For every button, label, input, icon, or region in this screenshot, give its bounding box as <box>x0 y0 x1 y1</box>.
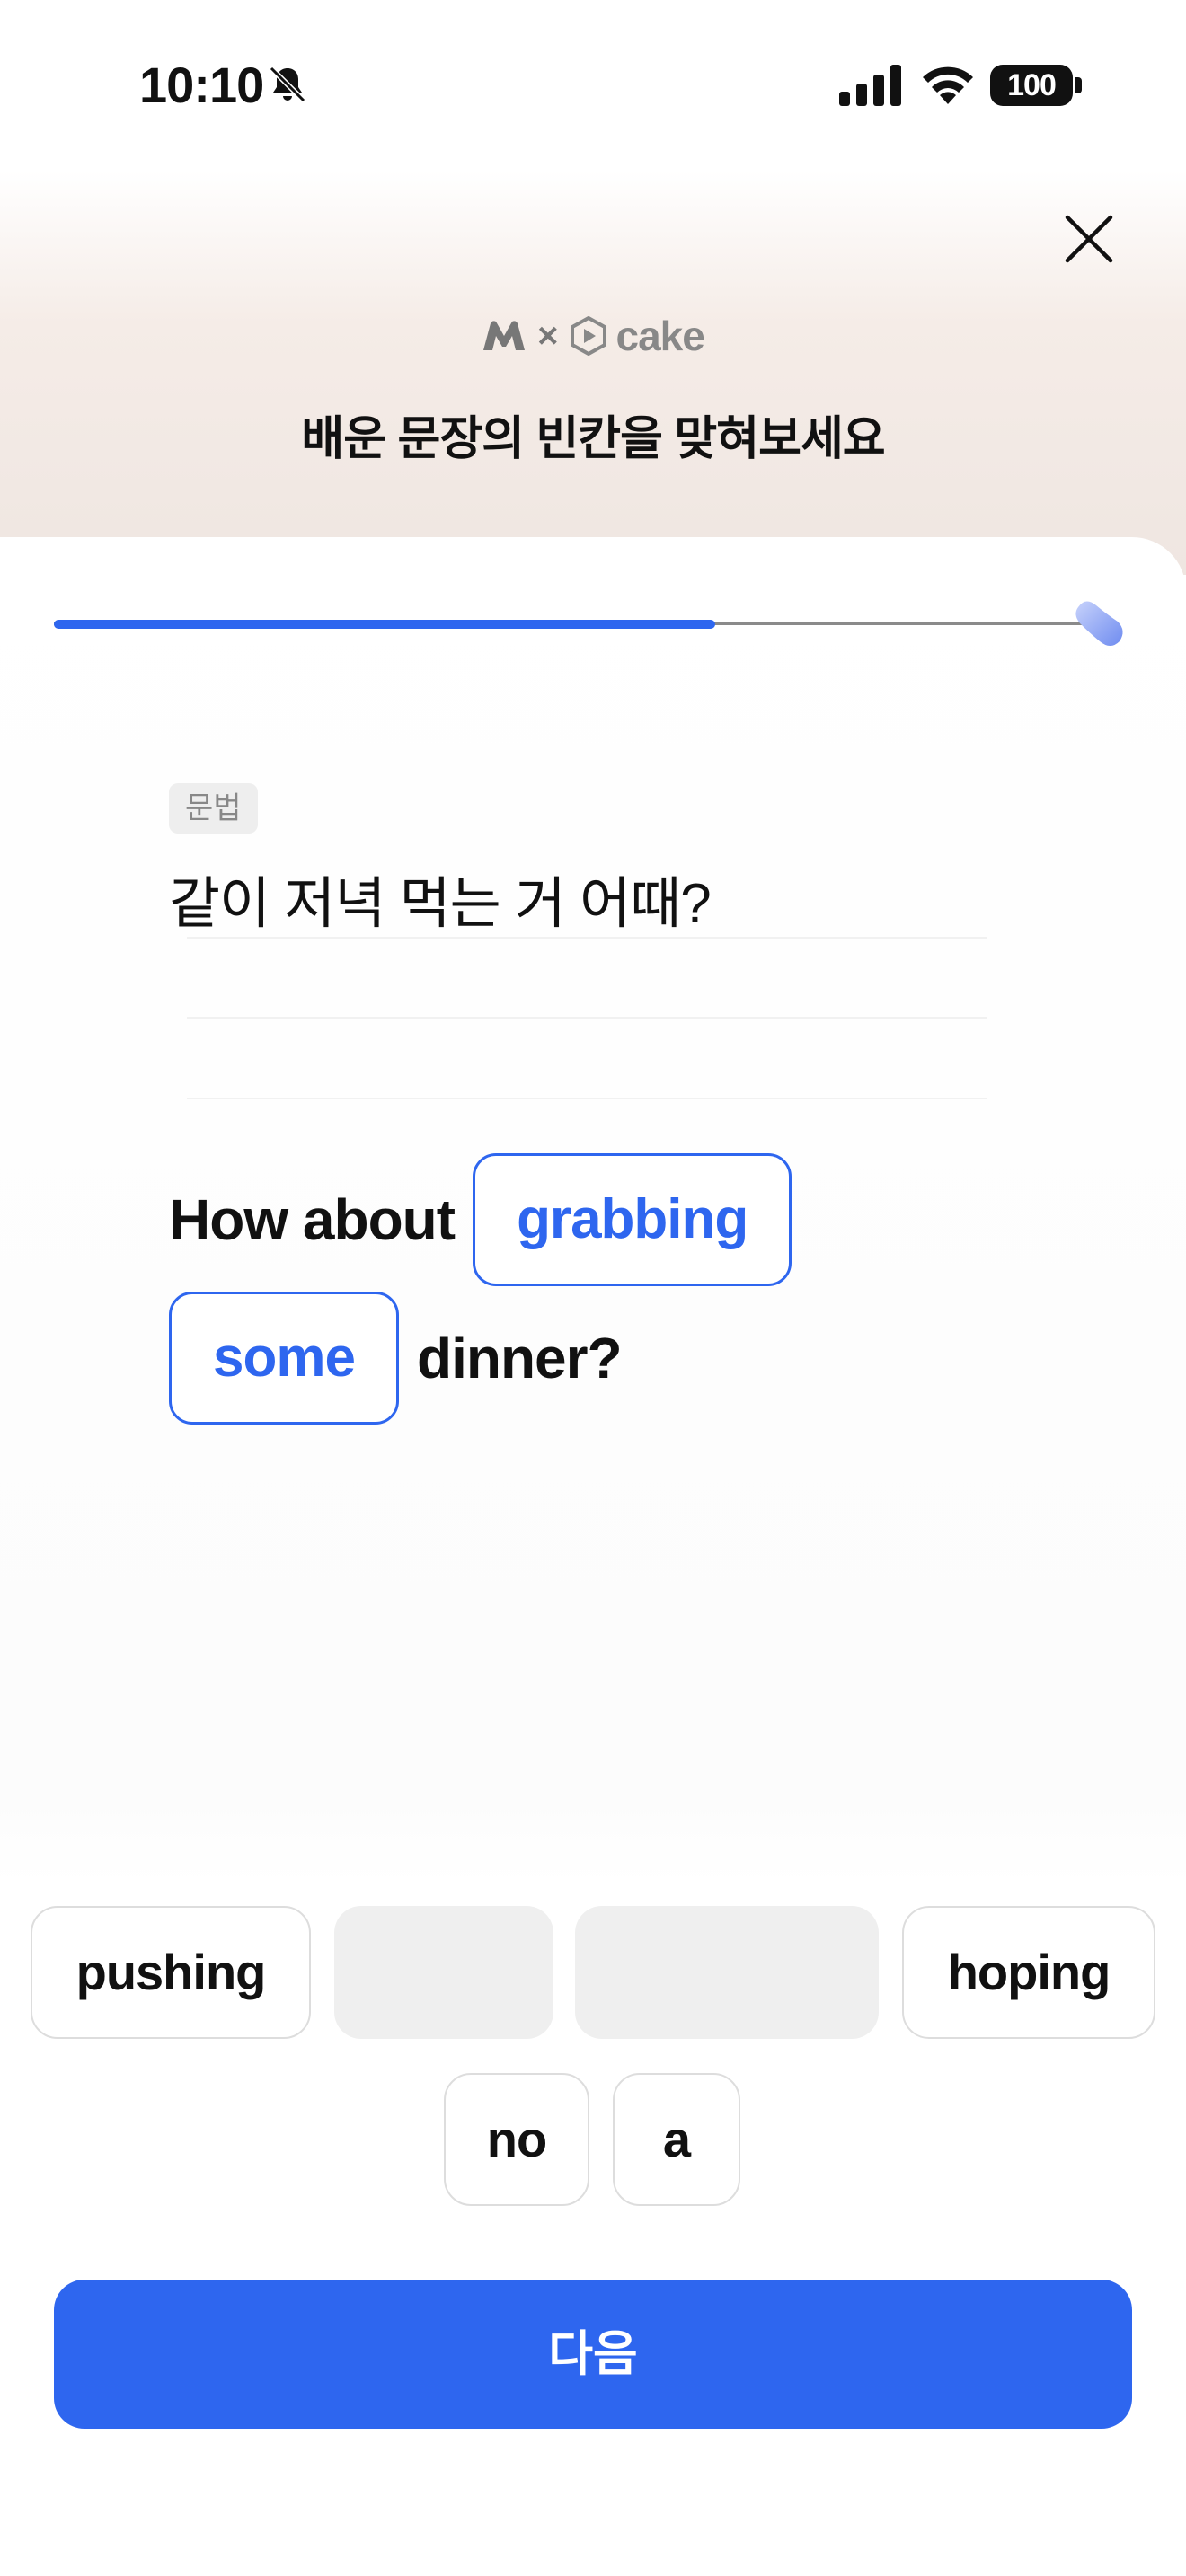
word-chip-no[interactable]: no <box>444 2073 589 2206</box>
battery-icon: 100 <box>990 65 1073 106</box>
status-bar: 10:10 100 <box>0 0 1186 171</box>
english-sentence: How about grabbing some dinner? <box>169 1153 1031 1425</box>
progress-fill <box>54 620 715 629</box>
brand-m-logo-icon <box>483 321 526 350</box>
word-chip-used-placeholder <box>575 1906 879 2039</box>
content-card <box>0 537 1186 2576</box>
next-button[interactable]: 다음 <box>54 2280 1132 2429</box>
quiz-screen: 10:10 100 × cake 배운 문장의 빈칸을 맞혀보세요 문법 같이 … <box>0 0 1186 2576</box>
word-chip-hoping[interactable]: hoping <box>902 1906 1155 2039</box>
sentence-word: dinner? <box>416 1326 623 1390</box>
answer-line <box>187 1017 987 1019</box>
answer-line <box>187 1098 987 1099</box>
logo-separator: × <box>537 315 559 356</box>
cake-play-icon <box>570 316 606 356</box>
answer-slot-grabbing[interactable]: grabbing <box>473 1153 792 1286</box>
answer-line <box>187 937 987 939</box>
cellular-signal-icon <box>839 65 901 106</box>
close-icon[interactable] <box>1062 212 1116 266</box>
page-title: 배운 문장의 빈칸을 맞혀보세요 <box>301 413 885 465</box>
korean-prompt: 같이 저녁 먹는 거 어때? <box>169 873 712 935</box>
battery-tip <box>1075 77 1082 93</box>
cake-logo-text: cake <box>615 313 705 359</box>
sentence-word: How about <box>169 1187 456 1252</box>
partner-logo: × cake <box>0 309 1186 363</box>
word-chip-pushing[interactable]: pushing <box>31 1906 311 2039</box>
bell-slash-icon <box>269 66 306 103</box>
wifi-icon <box>923 66 973 104</box>
status-time: 10:10 <box>139 57 264 113</box>
answer-slot-some[interactable]: some <box>169 1292 399 1425</box>
word-chip-a[interactable]: a <box>613 2073 740 2206</box>
word-chip-used-placeholder <box>334 1906 553 2039</box>
bean-mascot-icon <box>1075 601 1123 646</box>
grammar-tag: 문법 <box>169 783 258 834</box>
